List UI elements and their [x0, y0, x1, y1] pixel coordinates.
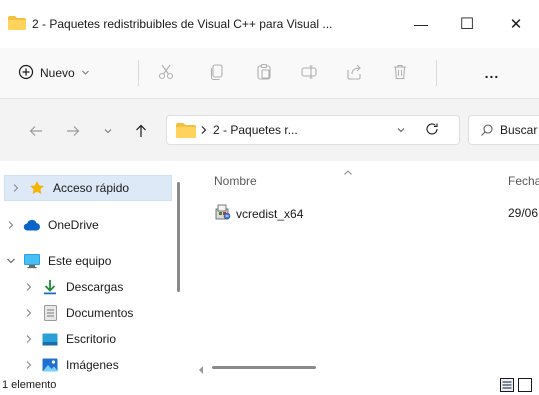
back-button[interactable]	[26, 122, 46, 142]
rename-button[interactable]	[298, 62, 320, 84]
file-name: vcredist_x64	[236, 206, 304, 221]
window-title: 2 - Paquetes redistribuibles de Visual C…	[32, 17, 333, 31]
star-icon	[27, 180, 47, 196]
chevron-right-icon[interactable]	[0, 220, 22, 230]
sidebar-item-label: Este equipo	[48, 254, 112, 268]
clipboard-icon	[255, 63, 273, 84]
desktop-icon	[40, 333, 60, 346]
sidebar-item-pictures[interactable]: Imágenes	[18, 352, 190, 378]
plus-circle-icon	[18, 64, 34, 83]
minimize-button[interactable]: —	[398, 6, 444, 42]
sidebar-item-label: Descargas	[66, 280, 124, 294]
breadcrumb-separator-icon	[200, 124, 208, 138]
sidebar-item-label: Escritorio	[66, 332, 117, 346]
cloud-icon	[22, 219, 42, 231]
item-count: 1 elemento	[2, 379, 57, 391]
sidebar-item-onedrive[interactable]: OneDrive	[0, 212, 172, 238]
arrow-up-icon	[133, 123, 149, 142]
column-header-date[interactable]: Fecha	[508, 174, 539, 188]
chevron-right-icon[interactable]	[18, 282, 40, 292]
nav-pane-scrollbar[interactable]	[177, 182, 180, 292]
image-icon	[40, 358, 60, 372]
address-field[interactable]	[166, 115, 460, 145]
forward-button[interactable]	[63, 122, 83, 142]
search-icon	[480, 123, 494, 140]
sort-ascending-icon	[343, 165, 353, 179]
monitor-icon	[22, 253, 42, 269]
chevron-down-icon	[81, 66, 90, 80]
chevron-right-icon[interactable]	[18, 308, 40, 318]
sidebar-item-label: Imágenes	[66, 358, 119, 372]
sidebar-item-label: OneDrive	[48, 218, 99, 232]
up-button[interactable]	[131, 122, 151, 142]
tiles-view-button[interactable]	[518, 378, 532, 395]
scroll-left-icon[interactable]	[198, 363, 204, 377]
maximize-icon: ☐	[459, 16, 475, 33]
file-list	[192, 162, 539, 376]
close-icon: ✕	[509, 16, 523, 33]
more-icon: ...	[484, 65, 500, 81]
close-button[interactable]: ✕	[493, 6, 539, 42]
sidebar-item-this-pc[interactable]: Este equipo	[0, 248, 172, 274]
paste-button[interactable]	[253, 62, 275, 84]
sidebar-item-downloads[interactable]: Descargas	[18, 274, 190, 300]
copy-button[interactable]	[206, 62, 228, 84]
chevron-right-icon[interactable]	[5, 183, 27, 193]
toolbar-separator	[138, 60, 139, 86]
refresh-button[interactable]	[424, 121, 440, 140]
search-input[interactable]: Buscar en	[500, 123, 539, 137]
scissors-icon	[157, 63, 175, 84]
breadcrumb-current-folder[interactable]: 2 - Paquetes r...	[213, 123, 298, 137]
file-date: 29/06	[508, 206, 539, 220]
chevron-down-icon[interactable]	[0, 257, 22, 265]
sidebar-item-desktop[interactable]: Escritorio	[18, 326, 190, 352]
document-icon	[40, 305, 60, 321]
chevron-right-icon[interactable]	[18, 334, 40, 344]
arrow-right-icon	[65, 123, 81, 142]
toolbar-separator	[436, 60, 437, 86]
more-options-button[interactable]: ...	[481, 62, 503, 84]
arrow-left-icon	[28, 123, 44, 142]
cut-button[interactable]	[155, 62, 177, 84]
trash-icon	[391, 63, 409, 84]
sidebar-item-label: Acceso rápido	[53, 181, 130, 195]
chevron-down-icon	[103, 125, 113, 139]
folder-icon	[176, 123, 196, 141]
sidebar-item-documents[interactable]: Documentos	[18, 300, 190, 326]
rename-icon	[300, 63, 318, 84]
delete-button[interactable]	[389, 62, 411, 84]
new-button[interactable]: Nuevo	[18, 62, 90, 84]
minimize-icon: —	[414, 16, 428, 32]
refresh-icon	[424, 123, 440, 140]
folder-icon	[8, 16, 26, 33]
share-button[interactable]	[343, 62, 365, 84]
status-bar	[0, 376, 539, 392]
address-history-button[interactable]	[396, 124, 406, 138]
tiles-view-icon	[518, 378, 532, 395]
details-view-button[interactable]	[500, 378, 514, 395]
details-view-icon	[500, 378, 514, 395]
new-button-label: Nuevo	[40, 66, 75, 80]
copy-icon	[208, 63, 226, 84]
chevron-right-icon[interactable]	[18, 360, 40, 370]
maximize-button[interactable]: ☐	[444, 6, 490, 42]
file-list-horizontal-scrollbar[interactable]	[212, 366, 316, 369]
column-header-name[interactable]: Nombre	[214, 174, 257, 188]
chevron-down-icon	[396, 124, 406, 138]
table-row[interactable]: vcredist_x64	[214, 203, 303, 224]
installer-icon	[214, 203, 232, 224]
sidebar-item-quick-access[interactable]: Acceso rápido	[4, 175, 172, 201]
sidebar-item-label: Documentos	[66, 306, 134, 320]
share-icon	[345, 63, 363, 84]
download-icon	[40, 279, 60, 295]
recent-locations-button[interactable]	[98, 122, 118, 142]
